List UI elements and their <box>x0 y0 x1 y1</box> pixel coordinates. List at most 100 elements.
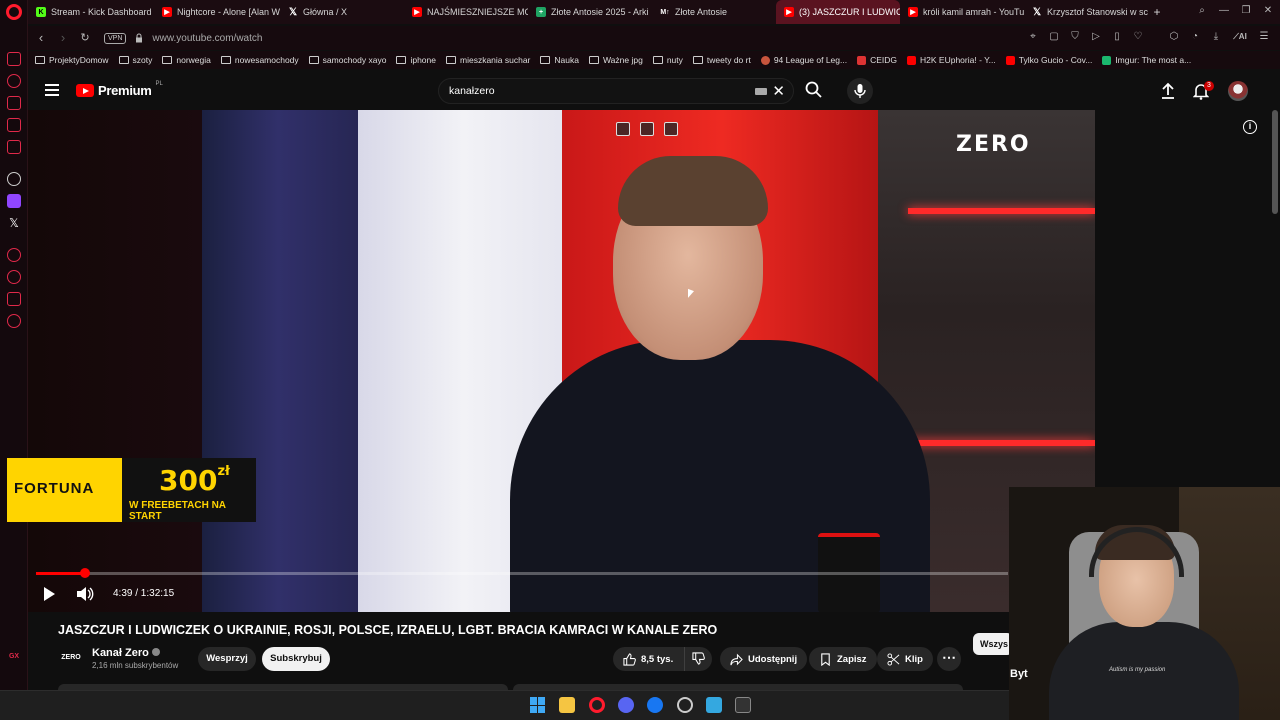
back-icon[interactable]: ‹ <box>32 29 50 47</box>
history-icon[interactable] <box>7 248 21 262</box>
tab[interactable]: ▶ NAJŚMIESZNIEJSZE MO <box>404 0 528 24</box>
bookmark-folder[interactable]: Nauka <box>540 55 579 65</box>
menu-icon[interactable]: ☰ <box>1258 30 1270 44</box>
heart-icon[interactable]: ♡ <box>1132 30 1144 44</box>
obs-icon[interactable] <box>677 697 693 713</box>
bookmark-folder[interactable]: iphone <box>396 55 436 65</box>
facebook-icon[interactable] <box>647 697 663 713</box>
dislike-button[interactable] <box>684 647 712 671</box>
bookmark-icon[interactable]: ▯ <box>1111 30 1123 44</box>
wallet-icon[interactable] <box>7 118 21 132</box>
minimize-icon[interactable]: — <box>1218 5 1230 17</box>
fortuna-ad-banner[interactable]: FORTUNA 300zł W FREEBETACH NA START <box>7 458 256 522</box>
tab[interactable]: + Złote Antosie 2025 - Arki <box>528 0 652 24</box>
new-tab-button[interactable]: + <box>1148 0 1166 24</box>
bookmark-link[interactable]: Imgur: The most a... <box>1102 55 1191 65</box>
gmail-icon[interactable] <box>7 140 21 154</box>
x-icon: 𝕏 <box>288 6 298 18</box>
clip-button[interactable]: Klip <box>877 647 933 671</box>
tab[interactable]: K Stream - Kick Dashboard <box>28 0 154 24</box>
messages-icon[interactable] <box>7 52 21 66</box>
search-input[interactable]: kanałzero ✕ <box>438 78 794 104</box>
bookmark-folder[interactable]: nowesamochody <box>220 55 299 65</box>
music-icon[interactable] <box>7 74 21 88</box>
more-actions-icon[interactable]: ⋯ <box>937 647 961 671</box>
chatgpt-icon[interactable] <box>7 172 21 186</box>
profile-icon[interactable]: ◔ <box>1189 30 1201 44</box>
shield-icon[interactable]: ⛉ <box>1069 30 1081 44</box>
channel-logo[interactable]: ZERO <box>58 647 84 669</box>
reload-icon[interactable]: ↻ <box>76 29 94 47</box>
page-scrollbar[interactable] <box>1272 110 1278 214</box>
opera-logo-icon[interactable] <box>6 4 22 20</box>
extensions-icon[interactable] <box>7 292 21 306</box>
tab[interactable]: 𝕏 Krzysztof Stanowski w sc <box>1024 0 1148 24</box>
keyboard-icon[interactable] <box>755 88 767 95</box>
bookmark-link[interactable]: H2K EUphoria! - Y... <box>907 55 996 65</box>
file-explorer-icon[interactable] <box>559 697 575 713</box>
bookmark-link[interactable]: CEIDG <box>857 55 897 65</box>
bookmark-folder[interactable]: ProjektyDomow <box>35 55 109 65</box>
tab[interactable]: M↑ Złote Antosie <box>652 0 776 24</box>
forward-icon[interactable]: › <box>54 29 72 47</box>
bookmark-folder[interactable]: samochody xayo <box>308 55 386 65</box>
support-button[interactable]: Wesprzyj <box>198 647 256 671</box>
play-icon[interactable] <box>44 587 55 601</box>
skip-icon[interactable] <box>664 122 678 136</box>
pin-icon[interactable]: ⌖ <box>1027 30 1039 44</box>
pinboard-icon[interactable] <box>7 96 21 110</box>
clock-icon[interactable] <box>7 270 21 284</box>
bookmark-link[interactable]: 94 League of Leg... <box>760 55 847 65</box>
bookmark-folder[interactable]: Ważne jpg <box>588 55 643 65</box>
like-button[interactable]: 8,5 tys. <box>613 647 684 671</box>
avatar[interactable] <box>1228 81 1248 101</box>
video-player[interactable]: ZERO <box>28 110 1095 612</box>
close-window-icon[interactable]: ✕ <box>1262 5 1274 17</box>
download-icon[interactable]: ⤓ <box>1210 30 1222 44</box>
discord-icon[interactable] <box>618 697 634 713</box>
bookmark-folder[interactable]: tweety do rt <box>692 55 751 65</box>
twitch-icon[interactable] <box>7 194 21 208</box>
exit-icon[interactable] <box>640 122 654 136</box>
maximize-icon[interactable]: ❐ <box>1240 5 1252 17</box>
voice-search-button[interactable] <box>847 78 873 104</box>
progress-scrubber[interactable] <box>79 568 90 578</box>
progress-bar[interactable] <box>36 568 1008 578</box>
upload-icon[interactable] <box>1160 82 1176 100</box>
terminal-icon[interactable] <box>735 697 751 713</box>
extensions-puzzle-icon[interactable]: ⬡ <box>1168 30 1180 44</box>
bookmark-folder[interactable]: szoty <box>118 55 152 65</box>
subscribe-button[interactable]: Subskrybuj <box>262 647 330 671</box>
save-button[interactable]: Zapisz <box>809 647 877 671</box>
tab[interactable]: ▶ Nightcore - Alone [Alan W <box>154 0 280 24</box>
search-icon[interactable] <box>804 80 824 100</box>
tab[interactable]: ▶ króli kamil amrah - YouTu <box>900 0 1024 24</box>
bookmark-folder[interactable]: nuty <box>652 55 683 65</box>
x-sidebar-icon[interactable]: 𝕏 <box>7 216 21 230</box>
screenshot-icon[interactable]: ▢ <box>1048 30 1060 44</box>
search-tabs-icon[interactable]: ⌕ <box>1196 5 1208 17</box>
bookmark-link[interactable]: Tylko Gucio - Cov... <box>1005 55 1092 65</box>
url-field[interactable]: www.youtube.com/watch <box>152 33 262 44</box>
gx-icon[interactable]: GX <box>7 650 21 664</box>
youtube-logo[interactable]: Premium PL <box>76 81 163 98</box>
app-icon[interactable] <box>706 697 722 713</box>
volume-icon[interactable] <box>76 586 94 602</box>
opera-gx-taskbar-icon[interactable] <box>589 697 605 713</box>
settings-icon[interactable] <box>7 314 21 328</box>
share-button[interactable]: Udostępnij <box>720 647 808 671</box>
hamburger-menu-icon[interactable] <box>45 84 59 96</box>
vpn-badge[interactable]: VPN <box>104 32 127 44</box>
filter-chip-all[interactable]: Wszys <box>973 633 1013 655</box>
player-icon[interactable]: ▷ <box>1090 30 1102 44</box>
info-icon[interactable]: i <box>1243 120 1257 134</box>
windows-start-icon[interactable] <box>530 697 546 713</box>
ai-icon[interactable]: ⟋AI <box>1231 30 1249 44</box>
bookmark-folder[interactable]: mieszkania suchar <box>446 55 530 65</box>
tab[interactable]: 𝕏 Główna / X <box>280 0 404 24</box>
bookmark-folder[interactable]: norwegia <box>162 55 211 65</box>
channel-name[interactable]: Kanał Zero <box>92 647 160 659</box>
clear-search-icon[interactable]: ✕ <box>772 82 785 100</box>
tab-active[interactable]: ▶ (3) JASZCZUR I LUDWICZ <box>776 0 900 24</box>
copy-icon[interactable] <box>616 122 630 136</box>
